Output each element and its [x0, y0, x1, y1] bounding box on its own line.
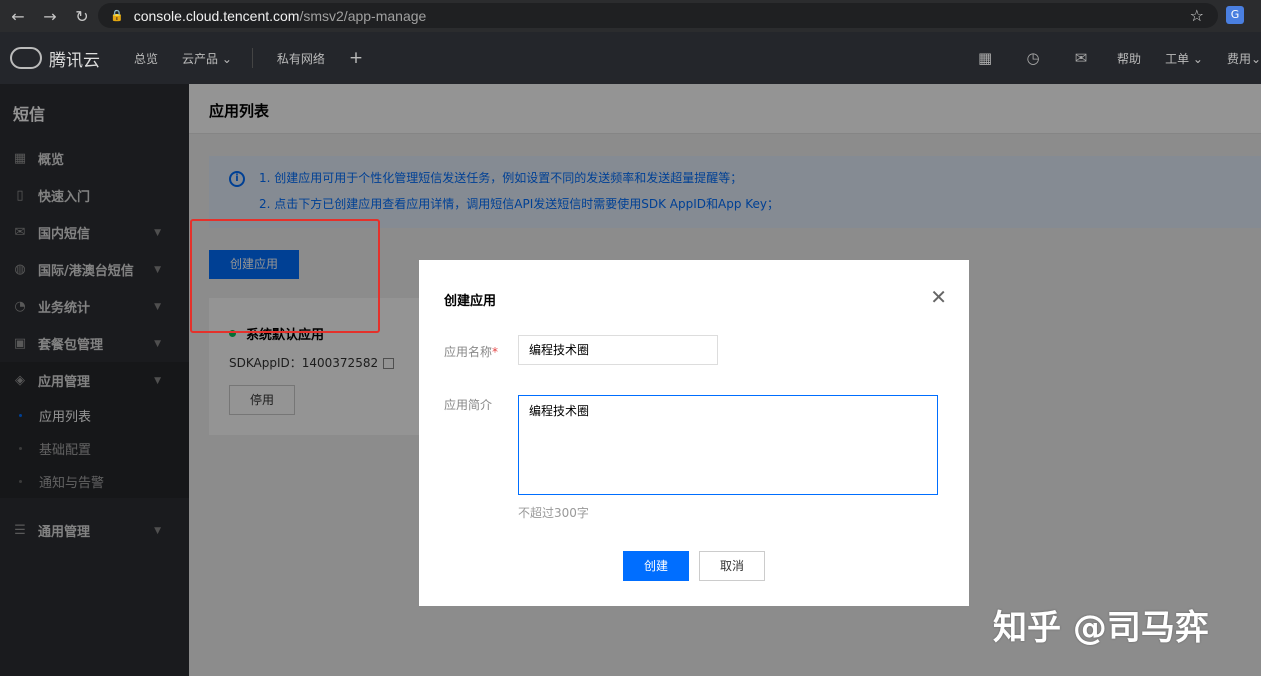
forward-icon[interactable]: →: [36, 2, 64, 30]
reload-icon[interactable]: ↻: [68, 2, 96, 30]
nav-products[interactable]: 云产品 ⌄: [182, 50, 232, 67]
confirm-create-button[interactable]: 创建: [623, 551, 689, 581]
highlight-annotation: [190, 219, 380, 333]
nav-vpc[interactable]: 私有网络: [277, 50, 325, 67]
char-limit-hint: 不超过300字: [518, 506, 589, 520]
watermark: 知乎 @司马弈: [993, 608, 1209, 648]
nav-billing[interactable]: 费用⌄: [1227, 50, 1261, 67]
app-name-input[interactable]: 编程技术圈: [518, 335, 718, 365]
address-bar[interactable]: 🔒 console.cloud.tencent.com /smsv2/app-m…: [98, 3, 1218, 28]
close-icon[interactable]: ✕: [930, 287, 947, 307]
dialog-title: 创建应用: [444, 294, 497, 309]
top-navigation: 腾讯云 总览 云产品 ⌄ 私有网络 + ▦ ◷ ✉ 帮助 工单 ⌄ 费用⌄: [0, 32, 1261, 84]
nav-overview[interactable]: 总览: [134, 50, 158, 67]
topnav-right-group: ▦ ◷ ✉ 帮助 工单 ⌄ 费用⌄: [961, 32, 1261, 84]
required-mark: *: [492, 345, 499, 359]
url-path: /smsv2/app-manage: [299, 7, 427, 24]
back-icon[interactable]: ←: [4, 2, 32, 30]
app-desc-textarea[interactable]: 编程技术圈: [518, 395, 938, 495]
message-icon[interactable]: ✉: [1057, 49, 1105, 67]
url-host: console.cloud.tencent.com: [133, 7, 300, 24]
cloud-logo-icon: [10, 47, 42, 69]
nav-help[interactable]: 帮助: [1117, 50, 1141, 67]
add-shortcut-icon[interactable]: +: [349, 48, 363, 68]
nav-divider: [251, 48, 253, 68]
nav-ticket[interactable]: 工单 ⌄: [1165, 50, 1203, 67]
bookmark-star-icon[interactable]: ☆: [1190, 6, 1204, 25]
brand-logo[interactable]: 腾讯云: [10, 46, 120, 71]
qrcode-icon[interactable]: ▦: [961, 49, 1009, 67]
brand-name: 腾讯云: [49, 50, 100, 71]
app-desc-label: 应用简介: [444, 398, 493, 412]
create-app-dialog: 创建应用 ✕ 应用名称* 编程技术圈 应用简介 编程技术圈 不超过300字 创建…: [419, 260, 969, 606]
lock-icon: 🔒: [110, 9, 124, 22]
browser-toolbar: ← → ↻ 🔒 console.cloud.tencent.com /smsv2…: [0, 0, 1261, 32]
cancel-button[interactable]: 取消: [699, 551, 765, 581]
app-name-label: 应用名称*: [444, 343, 498, 360]
app-name-label-text: 应用名称: [444, 345, 493, 359]
clock-icon[interactable]: ◷: [1009, 49, 1057, 67]
translate-extension-icon[interactable]: G: [1226, 6, 1244, 24]
